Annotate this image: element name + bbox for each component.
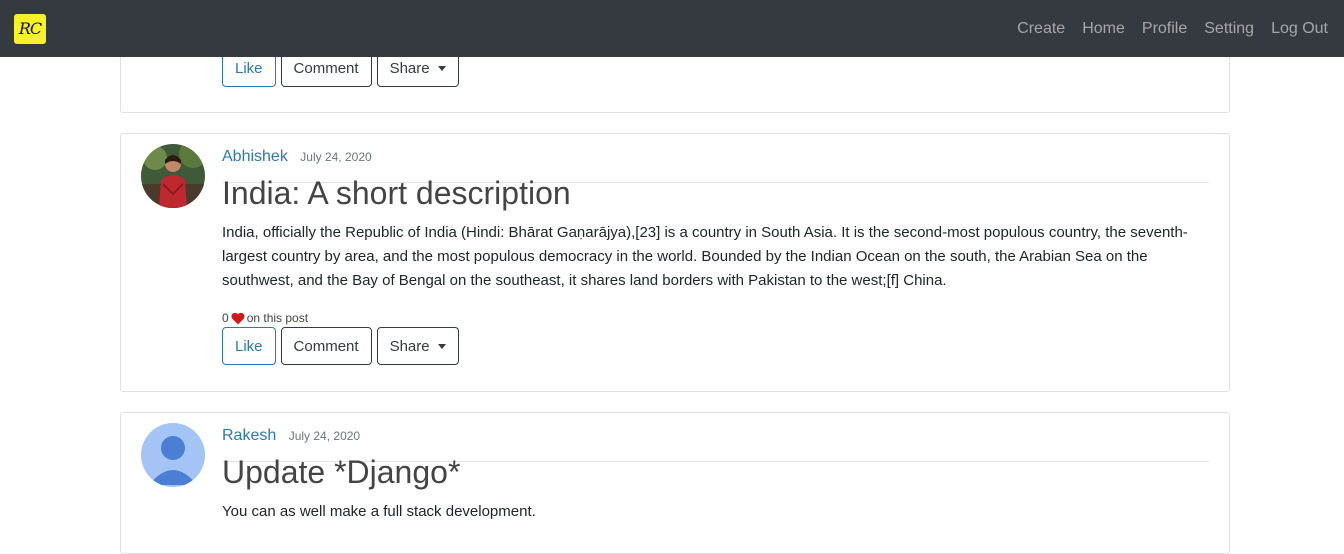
post-actions: Like Comment Share <box>222 327 464 365</box>
like-count-suffix: on this post <box>246 311 309 325</box>
post-card: Abhishek July 24, 2020 India: A short de… <box>120 133 1230 392</box>
author-link[interactable]: Rakesh <box>222 427 276 444</box>
author-link[interactable]: Abhishek <box>222 148 288 165</box>
nav-logout[interactable]: Log Out <box>1271 20 1328 38</box>
caret-down-icon <box>437 65 446 71</box>
post-content: You can as well make a full stack develo… <box>222 503 536 520</box>
post-title[interactable]: Update *Django* <box>222 454 460 491</box>
navbar: RC Create Home Profile Setting Log Out <box>0 0 1344 57</box>
brand-logo[interactable]: RC <box>14 14 46 44</box>
post-card: Rakesh July 24, 2020 Update *Django* You… <box>120 412 1230 554</box>
share-button[interactable]: Share <box>376 327 459 365</box>
nav-links: Create Home Profile Setting Log Out <box>1000 0 1328 57</box>
author-avatar[interactable] <box>141 144 205 208</box>
caret-down-icon <box>437 343 446 349</box>
author-avatar[interactable] <box>141 423 205 487</box>
share-label: Share <box>389 59 430 77</box>
post-title[interactable]: India: A short description <box>222 175 571 212</box>
heart-icon <box>231 312 245 324</box>
like-count: 0 on this post <box>222 311 308 325</box>
post-date: July 24, 2020 <box>300 150 372 164</box>
nav-create[interactable]: Create <box>1017 20 1065 38</box>
share-label: Share <box>389 337 430 355</box>
like-count-number: 0 <box>222 311 229 325</box>
like-button[interactable]: Like <box>222 327 276 365</box>
nav-setting[interactable]: Setting <box>1204 20 1254 38</box>
nav-home[interactable]: Home <box>1082 20 1125 38</box>
comment-button[interactable]: Comment <box>280 327 372 365</box>
nav-profile[interactable]: Profile <box>1142 20 1187 38</box>
post-date: July 24, 2020 <box>288 429 361 443</box>
post-content: India, officially the Republic of India … <box>222 224 1188 289</box>
